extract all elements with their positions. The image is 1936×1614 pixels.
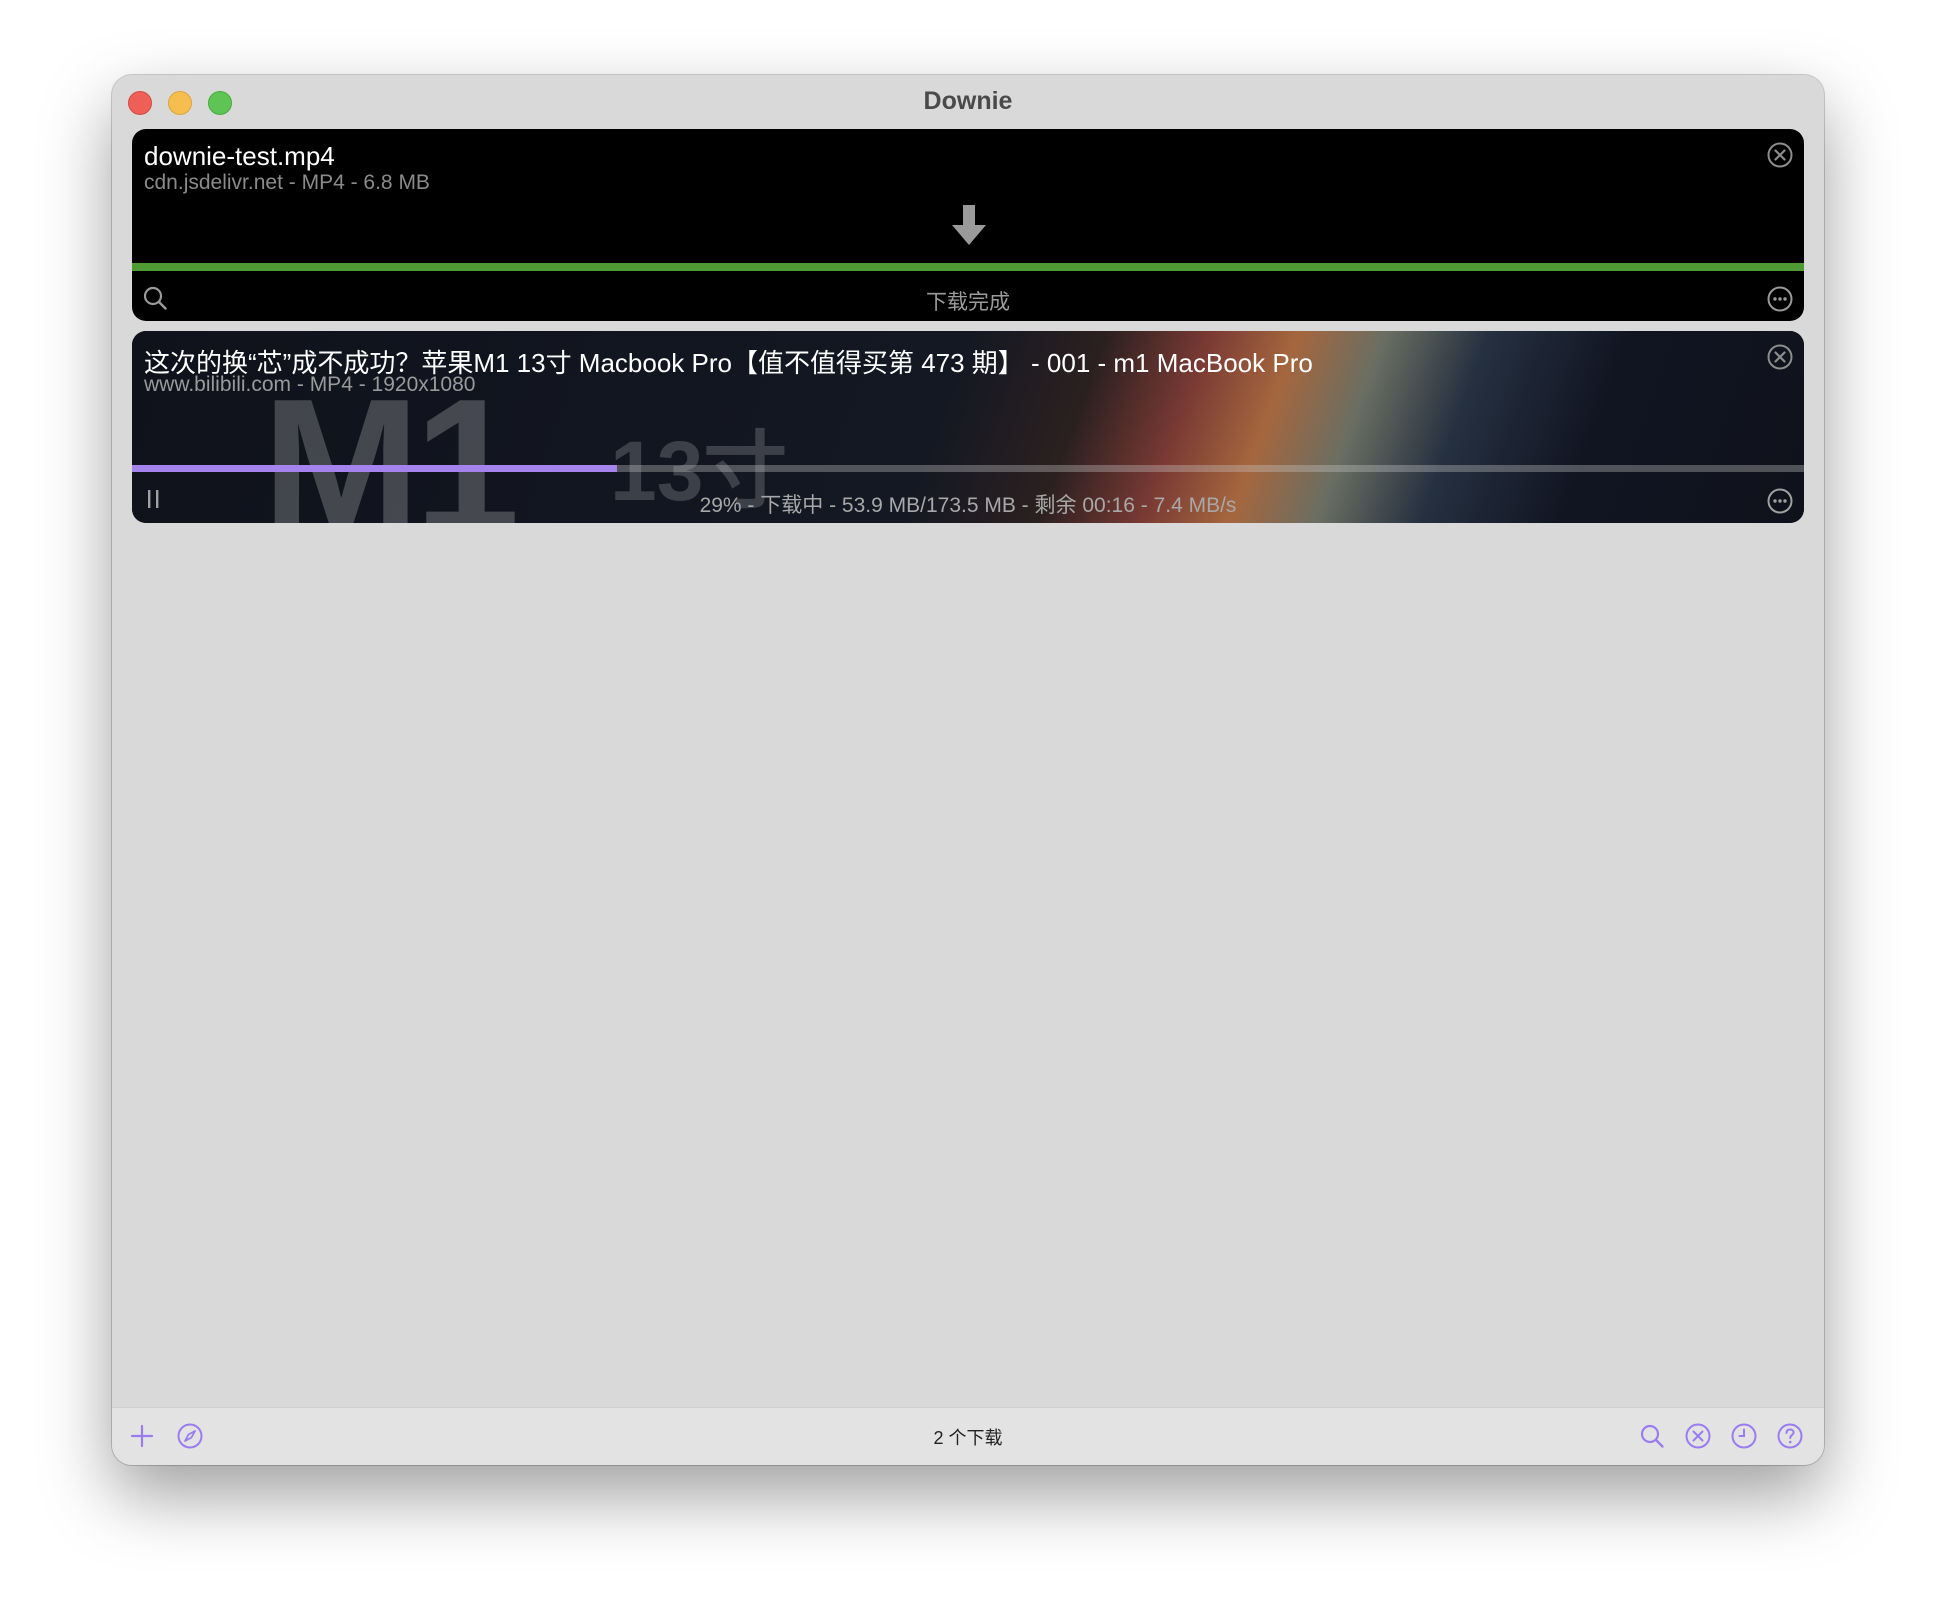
download-count: 2 个下载 [933, 1428, 1003, 1448]
download-meta: cdn.jsdelivr.net - MP4 - 6.8 MB [144, 171, 430, 194]
bottom-toolbar: 2 个下载 [112, 1407, 1824, 1465]
download-meta: www.bilibili.com - MP4 - 1920x1080 [144, 373, 476, 396]
more-options-icon[interactable] [1766, 487, 1794, 515]
clock-icon[interactable] [1730, 1422, 1758, 1450]
title-bar: Downie [112, 75, 1824, 129]
download-filename: downie-test.mp4 [144, 141, 335, 171]
download-status: 29% - 下载中 - 53.9 MB/173.5 MB - 剩余 00:16 … [699, 494, 1237, 517]
download-progress-bar [132, 465, 1804, 472]
download-item[interactable]: M1 13寸 这次的换“芯”成不成功？苹果M1 13寸 Macbook Pro【… [132, 331, 1804, 523]
help-icon[interactable] [1776, 1422, 1804, 1450]
download-progress-bar [132, 263, 1804, 271]
download-status: 下载完成 [926, 291, 1010, 314]
remove-download-icon[interactable] [1766, 343, 1794, 371]
download-progress-fill [132, 465, 617, 472]
downie-window: Downie downie-test.mp4 cdn.jsdelivr.net … [112, 75, 1824, 1465]
download-item[interactable]: downie-test.mp4 cdn.jsdelivr.net - MP4 -… [132, 129, 1804, 321]
window-title: Downie [923, 87, 1013, 115]
search-icon[interactable] [1638, 1422, 1666, 1450]
download-arrow-icon [952, 205, 986, 245]
download-progress-fill [132, 263, 1804, 271]
close-circle-icon[interactable] [1684, 1422, 1712, 1450]
more-options-icon[interactable] [1766, 285, 1794, 313]
remove-download-icon[interactable] [1766, 141, 1794, 169]
